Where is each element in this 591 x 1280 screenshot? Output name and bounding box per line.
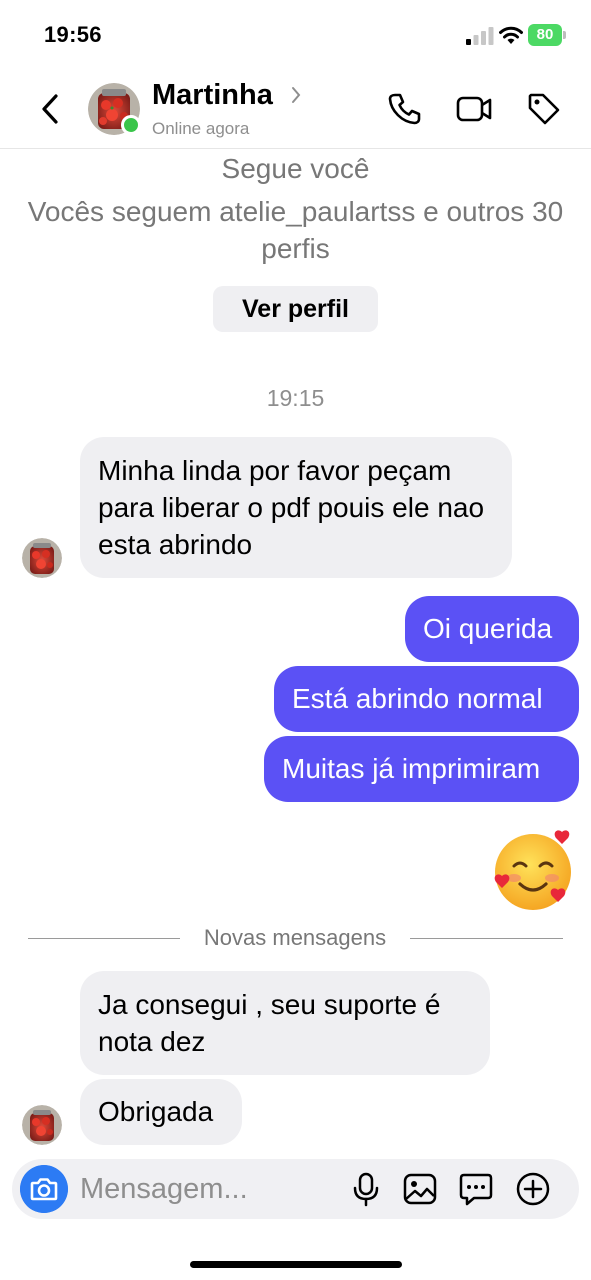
microphone-icon[interactable]: [348, 1171, 384, 1207]
battery-percent: 80: [536, 26, 554, 43]
signal-icon: [466, 27, 494, 45]
smiling-face-with-hearts-emoji[interactable]: [488, 826, 578, 916]
outgoing-message[interactable]: Está abrindo normal: [274, 666, 579, 732]
incoming-message[interactable]: Minha linda por favor peçam para liberar…: [80, 437, 512, 578]
message-composer: [12, 1159, 579, 1219]
home-indicator[interactable]: [190, 1261, 402, 1268]
incoming-message[interactable]: Ja consegui , seu suporte é nota dez: [80, 971, 490, 1075]
battery-icon: 80: [528, 24, 566, 46]
image-icon[interactable]: [402, 1171, 438, 1207]
camera-icon[interactable]: [20, 1165, 68, 1213]
status-bar: 19:56 80: [0, 0, 591, 70]
chevron-left-icon[interactable]: [34, 90, 68, 128]
outgoing-message[interactable]: Oi querida: [405, 596, 579, 662]
contact-name[interactable]: Martinha: [152, 79, 273, 112]
plus-icon[interactable]: [515, 1171, 551, 1207]
avatar[interactable]: [22, 1105, 62, 1145]
phone-icon[interactable]: [386, 91, 422, 127]
avatar[interactable]: [22, 538, 62, 578]
new-messages-divider: Novas mensagens: [28, 922, 563, 956]
message-timestamp: 19:15: [266, 385, 325, 411]
contact-status: Online agora: [152, 119, 250, 138]
view-profile-button[interactable]: Ver perfil: [213, 286, 378, 332]
outgoing-message[interactable]: Muitas já imprimiram: [264, 736, 579, 802]
mutual-followers-text: Vocês seguem atelie_paulartss e outros 3…: [27, 196, 564, 264]
tag-icon[interactable]: [526, 91, 562, 127]
video-icon[interactable]: [456, 91, 492, 127]
wifi-icon: [499, 26, 523, 44]
incoming-message[interactable]: Obrigada: [80, 1079, 242, 1145]
chat-header: Martinha Online agora: [0, 70, 591, 149]
sticker-icon[interactable]: [458, 1171, 494, 1207]
status-time: 19:56: [44, 22, 102, 47]
online-indicator: [121, 115, 141, 135]
chevron-right-icon[interactable]: [288, 84, 304, 106]
message-input[interactable]: [80, 1169, 330, 1209]
new-messages-label: Novas mensagens: [203, 925, 387, 950]
follows-you-text: Segue você: [221, 153, 370, 184]
